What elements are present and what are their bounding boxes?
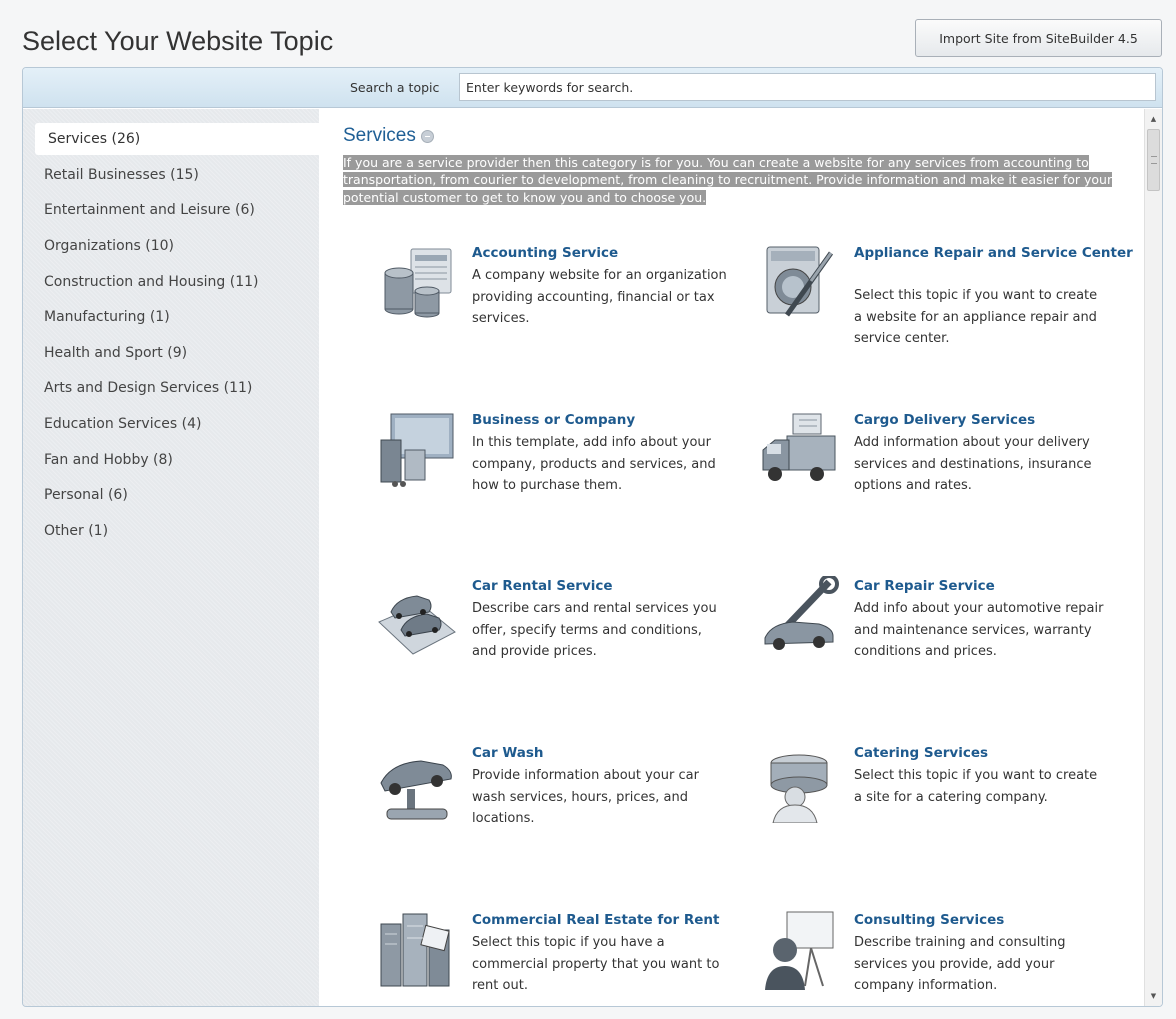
topic-description: Provide information about your car wash … [472,768,699,826]
category-description-text: If you are a service provider then this … [343,155,1113,205]
sidebar-item-retail-businesses[interactable]: Retail Businesses (15) [23,157,319,193]
topic-title[interactable]: Commercial Real Estate for Rent [472,910,762,930]
car-wash-brush-icon [380,760,452,820]
topic-description: Add info about your automotive repair an… [854,601,1104,659]
sidebar-item-arts-design[interactable]: Arts and Design Services (11) [23,371,319,407]
sidebar-item-organizations[interactable]: Organizations (10) [23,228,319,264]
scroll-down-arrow-icon[interactable]: ▼ [1145,988,1162,1004]
chef-cake-icon [770,754,828,823]
search-label: Search a topic [350,80,440,95]
topic-title[interactable]: Car Wash [472,743,762,763]
topic-card[interactable]: Consulting Services Describe training an… [759,910,1139,1006]
cars-on-platform-icon [378,595,456,655]
topic-card[interactable]: Car Repair Service Add info about your a… [759,576,1139,706]
topic-title[interactable]: Cargo Delivery Services [854,410,1144,430]
sidebar-item-entertainment-leisure[interactable]: Entertainment and Leisure (6) [23,193,319,229]
collapse-icon[interactable] [420,129,434,143]
sidebar-item-personal[interactable]: Personal (6) [23,477,319,513]
car-wrench-icon [764,576,839,650]
category-title: Services [343,125,416,146]
topic-card[interactable]: Cargo Delivery Services Add information … [759,410,1139,540]
topic-card[interactable]: Appliance Repair and Service Center Sele… [759,243,1139,373]
topic-title[interactable]: Appliance Repair and Service Center [854,243,1144,263]
truck-icon [762,413,836,481]
topic-card[interactable]: Commercial Real Estate for Rent Select t… [377,910,757,1006]
topic-description: A company website for an organization pr… [472,268,727,326]
sidebar-item-health-sport[interactable]: Health and Sport (9) [23,335,319,371]
topic-description: Add information about your delivery serv… [854,435,1092,493]
search-bar: Search a topic [23,68,1162,108]
topic-title[interactable]: Car Repair Service [854,576,1144,596]
topic-description: Select this topic if you want to create … [854,768,1098,805]
topic-list: Services If you are a service provider t… [319,109,1144,1006]
coins-document-icon [384,248,452,318]
topic-title[interactable]: Consulting Services [854,910,1144,930]
category-heading: Services [343,125,434,147]
sidebar-item-construction-housing[interactable]: Construction and Housing (11) [23,264,319,300]
category-sidebar: Services (26) Retail Businesses (15) Ent… [23,109,319,1006]
topic-card[interactable]: Car Wash Provide information about your … [377,743,757,873]
scroll-thumb[interactable] [1147,129,1160,191]
topic-description: Select this topic if you have a commerci… [472,935,720,993]
sidebar-item-other[interactable]: Other (1) [23,513,319,549]
topic-title[interactable]: Accounting Service [472,243,762,263]
scroll-up-arrow-icon[interactable]: ▲ [1145,111,1162,127]
search-input[interactable] [459,73,1156,101]
buildings-for-rent-icon [380,913,450,987]
page-title: Select Your Website Topic [22,26,334,56]
topic-card[interactable]: Business or Company In this template, ad… [377,410,757,540]
presenter-board-icon [765,911,834,990]
topic-description: In this template, add info about your co… [472,435,716,493]
topic-panel: Search a topic Services (26) Retail Busi… [22,67,1163,1007]
topic-title[interactable]: Business or Company [472,410,762,430]
topic-title[interactable]: Catering Services [854,743,1144,763]
topic-description: Describe training and consulting service… [854,935,1066,993]
sidebar-item-fan-hobby[interactable]: Fan and Hobby (8) [23,442,319,478]
sidebar-item-education[interactable]: Education Services (4) [23,406,319,442]
topic-card[interactable]: Catering Services Select this topic if y… [759,743,1139,873]
category-description: If you are a service provider then this … [343,154,1118,206]
import-site-button[interactable]: Import Site from SiteBuilder 4.5 [915,19,1162,57]
office-desk-icon [380,413,454,487]
content-scrollbar[interactable]: ▲ ▼ [1144,109,1162,1006]
sidebar-item-manufacturing[interactable]: Manufacturing (1) [23,299,319,335]
topic-title[interactable]: Car Rental Service [472,576,762,596]
topic-description: Describe cars and rental services you of… [472,601,717,659]
topic-description: Select this topic if you want to create … [854,288,1098,346]
topic-card[interactable]: Accounting Service A company website for… [377,243,757,373]
sidebar-item-services[interactable]: Services (26) [35,123,319,155]
topic-card[interactable]: Car Rental Service Describe cars and ren… [377,576,757,706]
washing-machine-screwdriver-icon [766,246,834,317]
